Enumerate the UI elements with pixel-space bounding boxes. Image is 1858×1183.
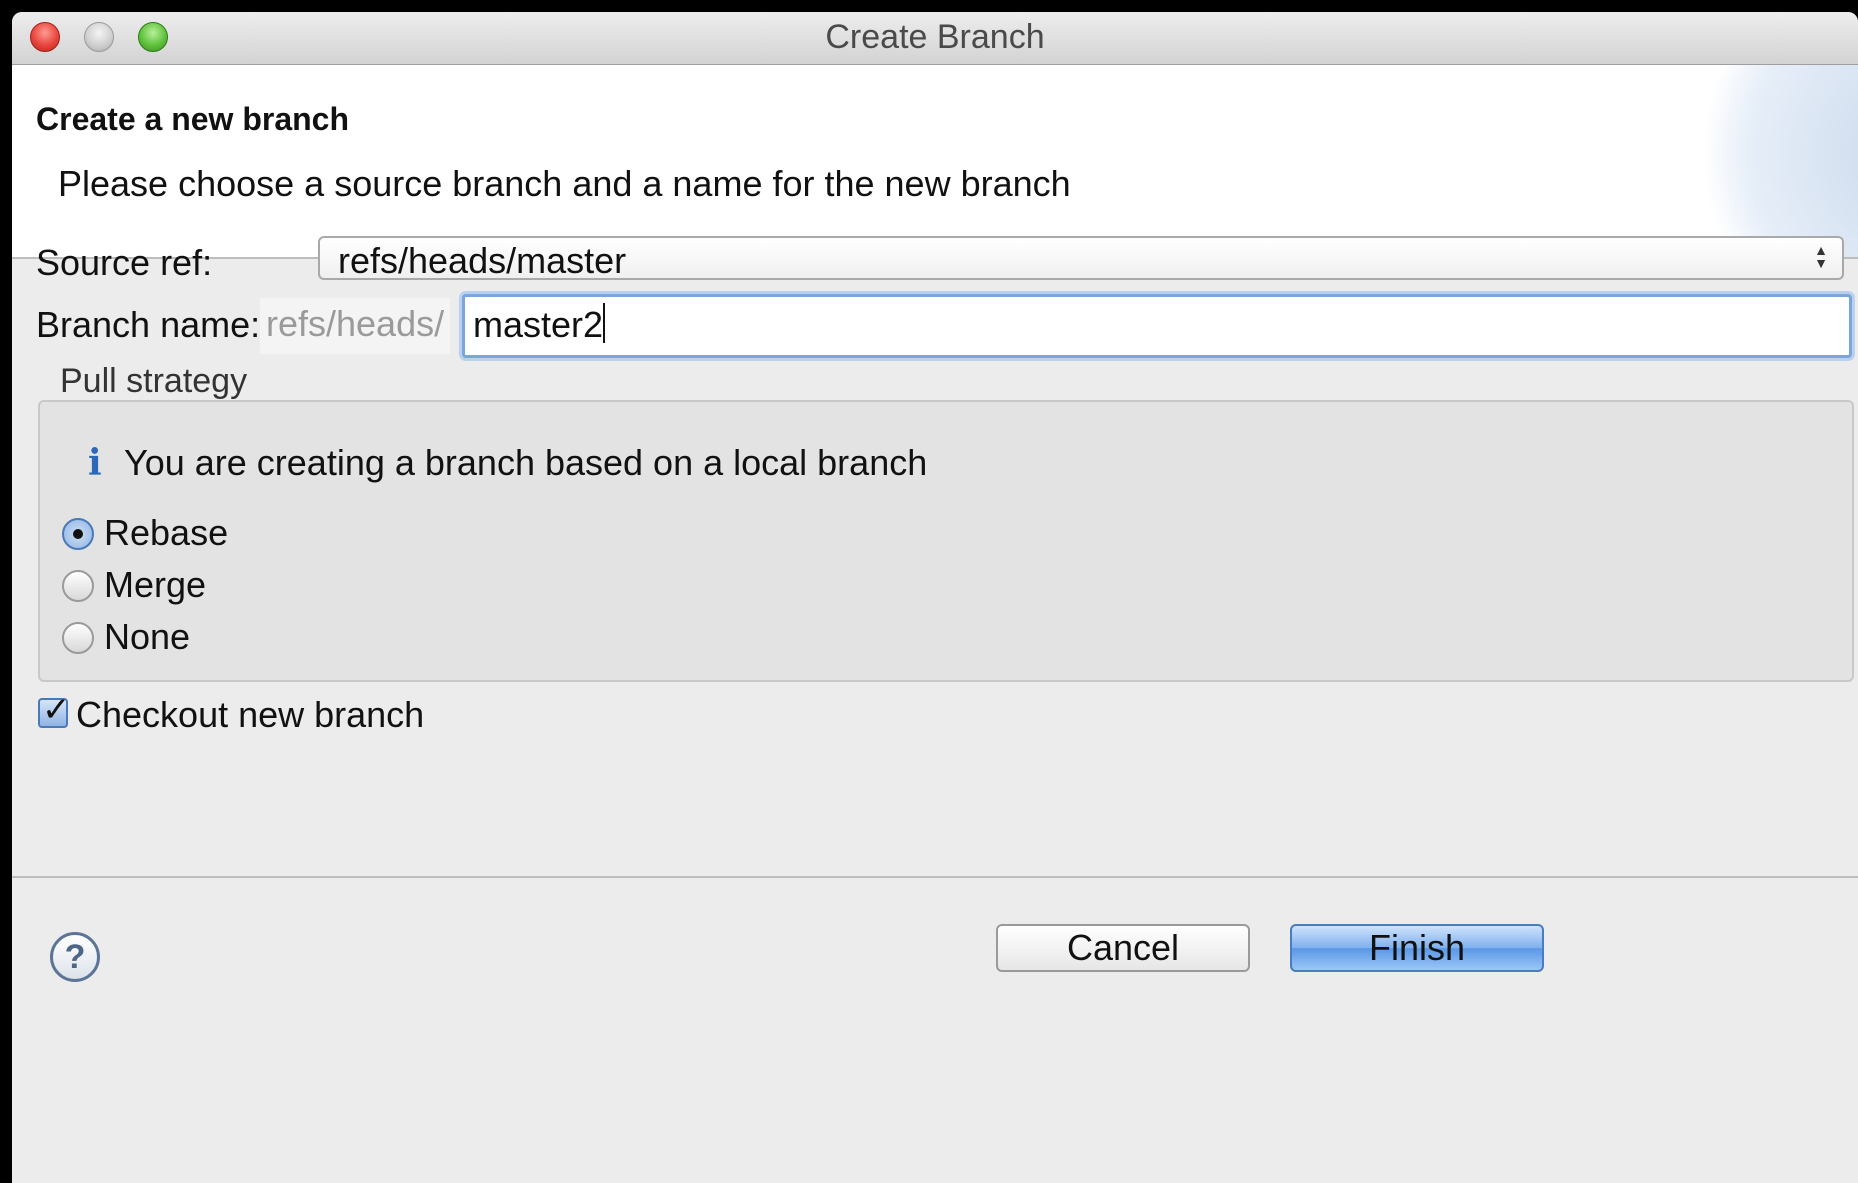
source-ref-label: Source ref: (36, 242, 213, 283)
create-branch-dialog: Create Branch Create a new branch Please… (12, 12, 1858, 1183)
title-bar: Create Branch (12, 12, 1858, 65)
dialog-header: Create a new branch Please choose a sour… (12, 65, 1858, 259)
pull-strategy-info: You are creating a branch based on a loc… (124, 442, 928, 483)
pull-strategy-label: Pull strategy (60, 362, 248, 400)
text-caret (603, 303, 606, 343)
radio-rebase-label: Rebase (104, 512, 229, 553)
help-button[interactable]: ? (50, 932, 100, 982)
radio-merge-label: Merge (104, 564, 207, 605)
info-icon: i (88, 442, 102, 484)
branch-name-label: Branch name: (36, 304, 261, 345)
pull-strategy-group: i You are creating a branch based on a l… (38, 400, 1854, 682)
cancel-button[interactable]: Cancel (996, 924, 1250, 972)
checkmark-icon: ✓ (42, 691, 71, 729)
checkout-new-branch-label: Checkout new branch (76, 694, 425, 735)
radio-rebase-indicator[interactable] (62, 518, 94, 550)
footer-separator (12, 876, 1858, 878)
header-title: Create a new branch (36, 101, 349, 137)
source-ref-select[interactable]: refs/heads/master ▲ ▼ (318, 236, 1844, 281)
finish-button[interactable]: Finish (1290, 924, 1544, 972)
select-arrows-icon: ▲ ▼ (1814, 242, 1828, 271)
branch-prefix: refs/heads/ (260, 298, 451, 354)
header-description: Please choose a source branch and a name… (58, 163, 1071, 204)
branch-name-value: master2 (473, 304, 604, 345)
branch-name-input[interactable]: master2 (462, 294, 1852, 358)
window-title: Create Branch (825, 18, 1045, 56)
radio-none-label: None (104, 616, 191, 657)
source-ref-value: refs/heads/master (338, 240, 627, 281)
radio-none-indicator[interactable] (62, 622, 94, 654)
header-banner-graphic (1678, 65, 1858, 257)
checkout-new-branch-checkbox[interactable]: ✓ (38, 691, 71, 729)
radio-merge-indicator[interactable] (62, 570, 94, 602)
